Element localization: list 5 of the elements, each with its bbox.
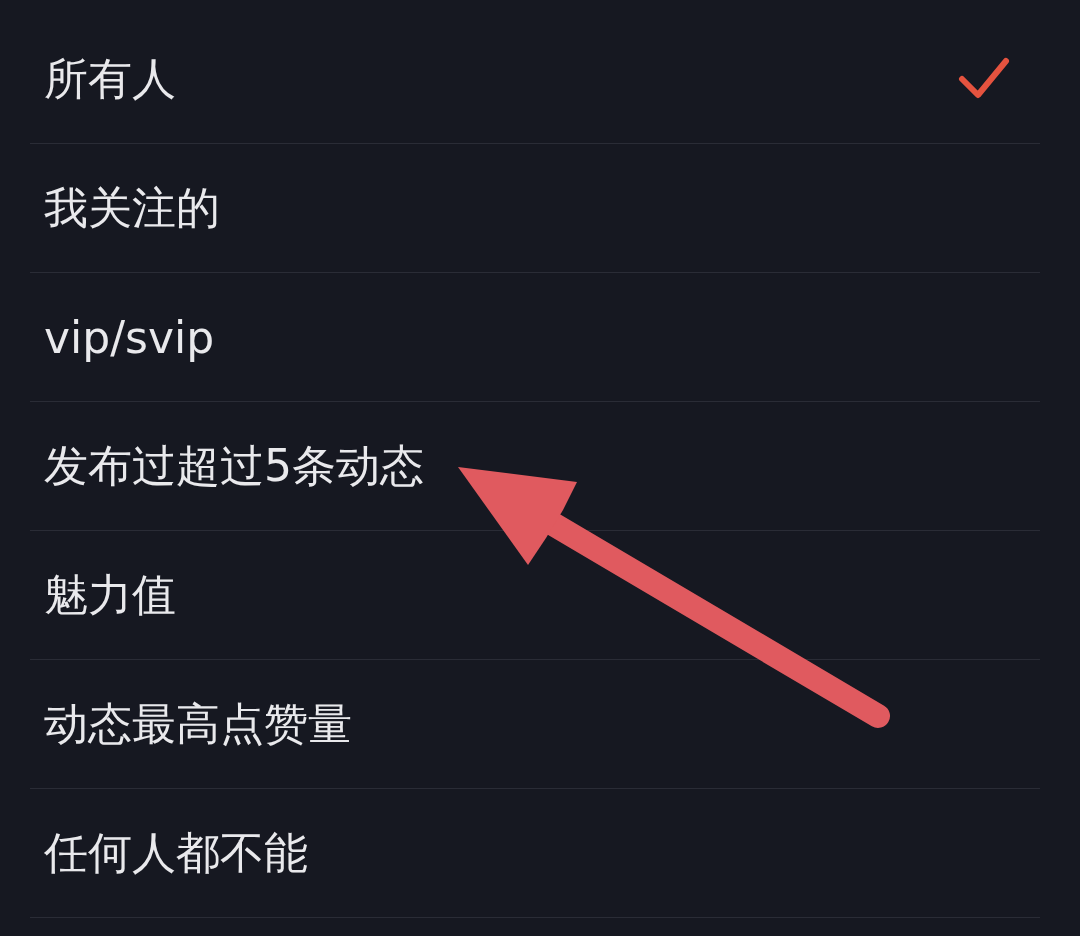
option-item[interactable]: 所有人 [30,15,1040,144]
option-item[interactable]: 任何人都不能 [30,789,1040,918]
option-item[interactable]: 我关注的 [30,144,1040,273]
option-item[interactable]: 动态最高点赞量 [30,660,1040,789]
option-item[interactable]: vip/svip [30,273,1040,402]
